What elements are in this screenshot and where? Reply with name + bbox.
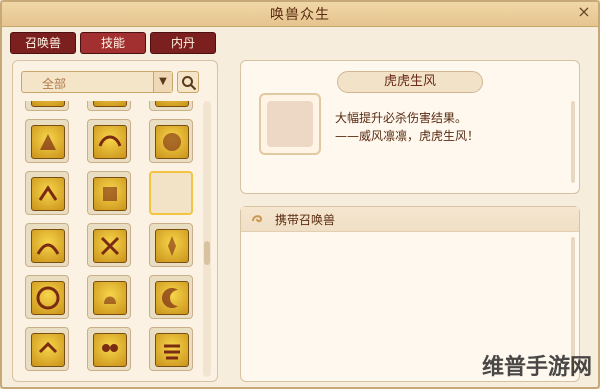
close-icon[interactable]: × [576, 4, 592, 20]
chevron-down-icon[interactable]: ▼ [153, 72, 172, 92]
skill-slot[interactable] [87, 275, 131, 319]
skill-slot[interactable] [149, 119, 193, 163]
skill-slot[interactable] [25, 275, 69, 319]
skill-icon [162, 288, 178, 308]
skill-name: 虎虎生风 [337, 71, 483, 93]
selected-skill-icon-frame [259, 93, 321, 155]
skill-icon [168, 236, 176, 256]
skill-slot[interactable] [149, 223, 193, 267]
section-title: 携带召唤兽 [275, 213, 336, 227]
skill-description-line2: ——威风凛凛，虎虎生风！ [335, 129, 480, 143]
skill-slot[interactable] [87, 101, 131, 111]
skill-slot[interactable] [25, 171, 69, 215]
cloud-swirl-icon [252, 215, 263, 223]
skill-slot[interactable] [87, 171, 131, 215]
window-title: 唤兽众生 [270, 7, 330, 23]
skill-slot[interactable] [87, 223, 131, 267]
skill-slot[interactable] [87, 327, 131, 371]
skill-slot[interactable] [149, 327, 193, 371]
skill-icon [164, 344, 180, 360]
skill-slot[interactable] [25, 101, 69, 111]
skill-slot[interactable] [25, 223, 69, 267]
section-header: 携带召唤兽 [241, 207, 579, 232]
skill-slot[interactable] [149, 101, 193, 111]
skill-icon [38, 185, 58, 201]
skill-icon [100, 236, 120, 256]
search-icon [182, 76, 197, 91]
skill-list-panel: 全部 ▼ [12, 60, 218, 382]
skill-slot[interactable] [87, 119, 131, 163]
watermark: 维普手游网 [481, 355, 592, 380]
skill-slot[interactable] [149, 275, 193, 319]
skill-detail-panel: 虎虎生风 大幅提升必杀伤害结果。 ——威风凛凛，虎虎生风！ [240, 60, 580, 194]
skill-icon [36, 243, 60, 255]
window-titlebar: 唤兽众生 × [2, 2, 598, 27]
detail-scrollbar[interactable] [571, 101, 575, 183]
skill-icon [104, 296, 116, 304]
skill-icon [102, 344, 118, 352]
selected-skill-icon [267, 101, 313, 147]
skill-description-line1: 大幅提升必杀伤害结果。 [335, 111, 468, 125]
skill-slot[interactable] [25, 119, 69, 163]
scrollbar-thumb[interactable] [204, 241, 210, 265]
skill-icon [103, 187, 117, 201]
tab-summon[interactable]: 召唤兽 [10, 32, 76, 54]
skill-filter-dropdown[interactable]: 全部 ▼ [21, 71, 173, 93]
top-tabs: 召唤兽 技能 内丹 [10, 32, 216, 54]
skill-icon [40, 134, 56, 150]
skill-list-scrollbar[interactable] [203, 101, 211, 377]
skill-icon [163, 133, 181, 151]
skill-grid [21, 101, 199, 377]
dropdown-selected-value: 全部 [42, 77, 67, 91]
skill-window: 唤兽众生 × 召唤兽 技能 内丹 全部 ▼ 虎虎生风 大幅提升必杀伤害结果。 —… [0, 0, 600, 389]
skill-slot[interactable] [25, 327, 69, 371]
tab-inner-core[interactable]: 内丹 [150, 32, 216, 54]
selected-empty-slot[interactable] [149, 171, 193, 215]
skill-icon [38, 341, 58, 354]
skill-icon [36, 286, 60, 310]
search-button[interactable] [177, 71, 199, 93]
skill-icon [98, 135, 122, 147]
tab-skills[interactable]: 技能 [80, 32, 146, 54]
